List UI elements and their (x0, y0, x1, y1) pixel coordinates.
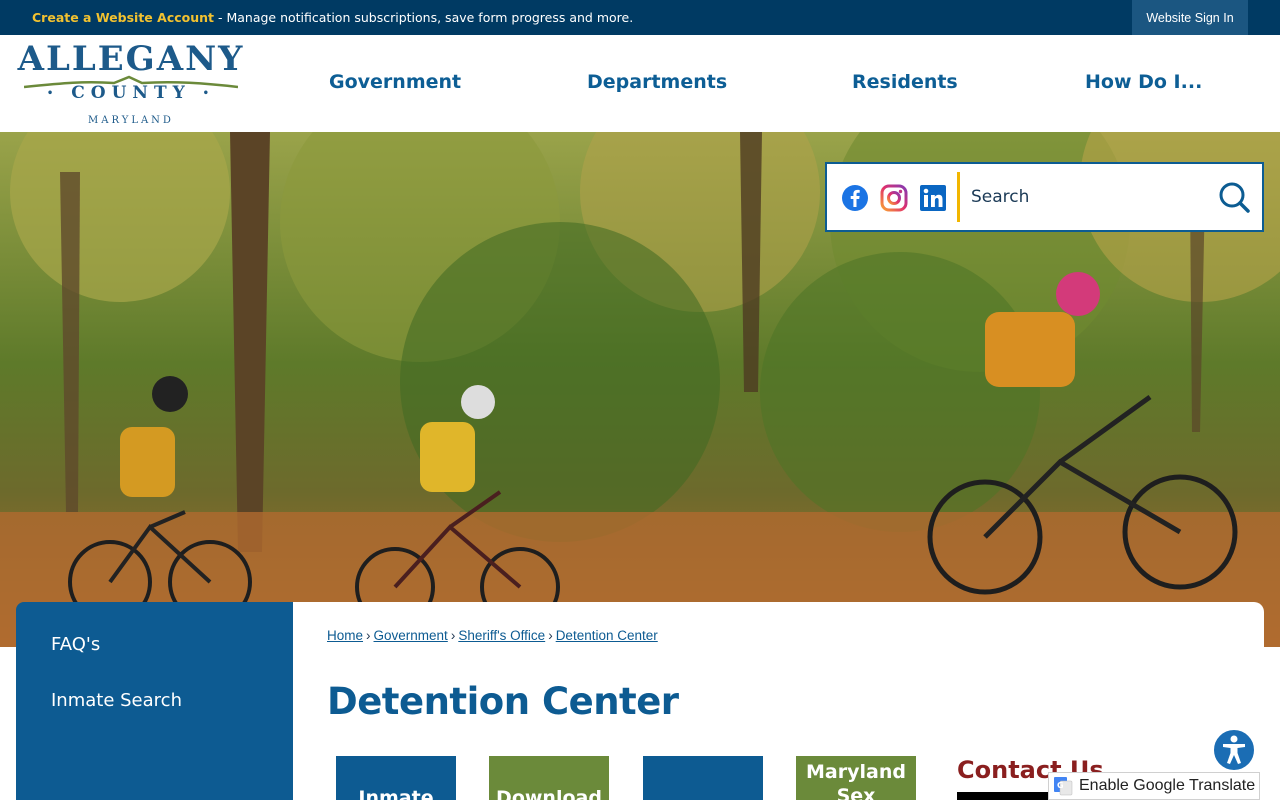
create-account-link[interactable]: Create a Website Account (32, 10, 214, 25)
breadcrumb-home[interactable]: Home (327, 628, 363, 643)
tile-maryland-sex-offender[interactable]: Maryland Sex (796, 756, 916, 800)
notification-bar: Create a Website Account - Manage notifi… (0, 0, 1280, 35)
instagram-icon[interactable] (880, 184, 908, 212)
main-content: Home › Government › Sheriff's Office › Detenti… (293, 602, 1264, 800)
contact-image (957, 792, 1057, 800)
breadcrumb-detention-center[interactable]: Detention Center (556, 628, 658, 643)
nav-government[interactable]: Government (329, 71, 461, 93)
tile-inmate-label: Inmate (358, 787, 434, 800)
nav-departments[interactable]: Departments (587, 71, 727, 93)
google-translate-button[interactable]: G Enable Google Translate (1048, 772, 1260, 800)
facebook-icon[interactable] (841, 184, 869, 212)
logo-dot-right-icon: • (202, 88, 216, 99)
logo-line-3: MARYLAND (88, 115, 174, 126)
breadcrumb-separator: › (548, 628, 553, 643)
notification-message: Create a Website Account - Manage notifi… (32, 10, 633, 25)
page-title: Detention Center (327, 680, 679, 723)
nav-residents[interactable]: Residents (852, 71, 958, 93)
sidebar-item-faqs[interactable]: FAQ's (51, 634, 100, 655)
search-icon[interactable] (1217, 180, 1251, 214)
breadcrumb: Home › Government › Sheriff's Office › Detenti… (327, 628, 658, 643)
tile-download[interactable]: Download (489, 756, 609, 800)
linkedin-icon[interactable] (919, 184, 947, 212)
search-panel (825, 162, 1264, 232)
breadcrumb-separator: › (366, 628, 371, 643)
accessibility-button[interactable] (1212, 728, 1256, 772)
sidebar-item-inmate-search[interactable]: Inmate Search (51, 690, 182, 711)
logo-line-2: • COUNTY • (14, 83, 248, 103)
search-divider (957, 172, 960, 222)
sidebar-menu: FAQ's Inmate Search (16, 602, 293, 800)
accessibility-icon (1223, 735, 1245, 764)
breadcrumb-separator: › (450, 628, 456, 643)
allegany-county-logo[interactable]: ALLEGANY • COUNTY • MARYLAND (14, 39, 248, 129)
logo-line-1: ALLEGANY (17, 39, 245, 79)
logo-dot-left-icon: • (46, 88, 60, 99)
google-translate-label: Enable Google Translate (1079, 777, 1256, 794)
website-sign-in-button[interactable]: Website Sign In (1132, 0, 1248, 35)
tile-download-label: Download (496, 787, 602, 800)
google-translate-icon: G (1054, 777, 1073, 796)
tile-maryland-sex-label: Maryland Sex (806, 761, 906, 800)
nav-how-do-i[interactable]: How Do I... (1085, 71, 1202, 93)
breadcrumb-sheriffs-office[interactable]: Sheriff's Office (458, 628, 545, 643)
logo-county-text: COUNTY (71, 83, 191, 103)
breadcrumb-government[interactable]: Government (374, 628, 448, 643)
search-input[interactable] (971, 178, 1211, 216)
tile-inmate[interactable]: Inmate (336, 756, 456, 800)
svg-text:G: G (1057, 781, 1064, 790)
tile-link[interactable] (643, 756, 763, 800)
notification-text: - Manage notification subscriptions, sav… (214, 10, 634, 25)
site-header: ALLEGANY • COUNTY • MARYLAND Government … (0, 35, 1280, 132)
